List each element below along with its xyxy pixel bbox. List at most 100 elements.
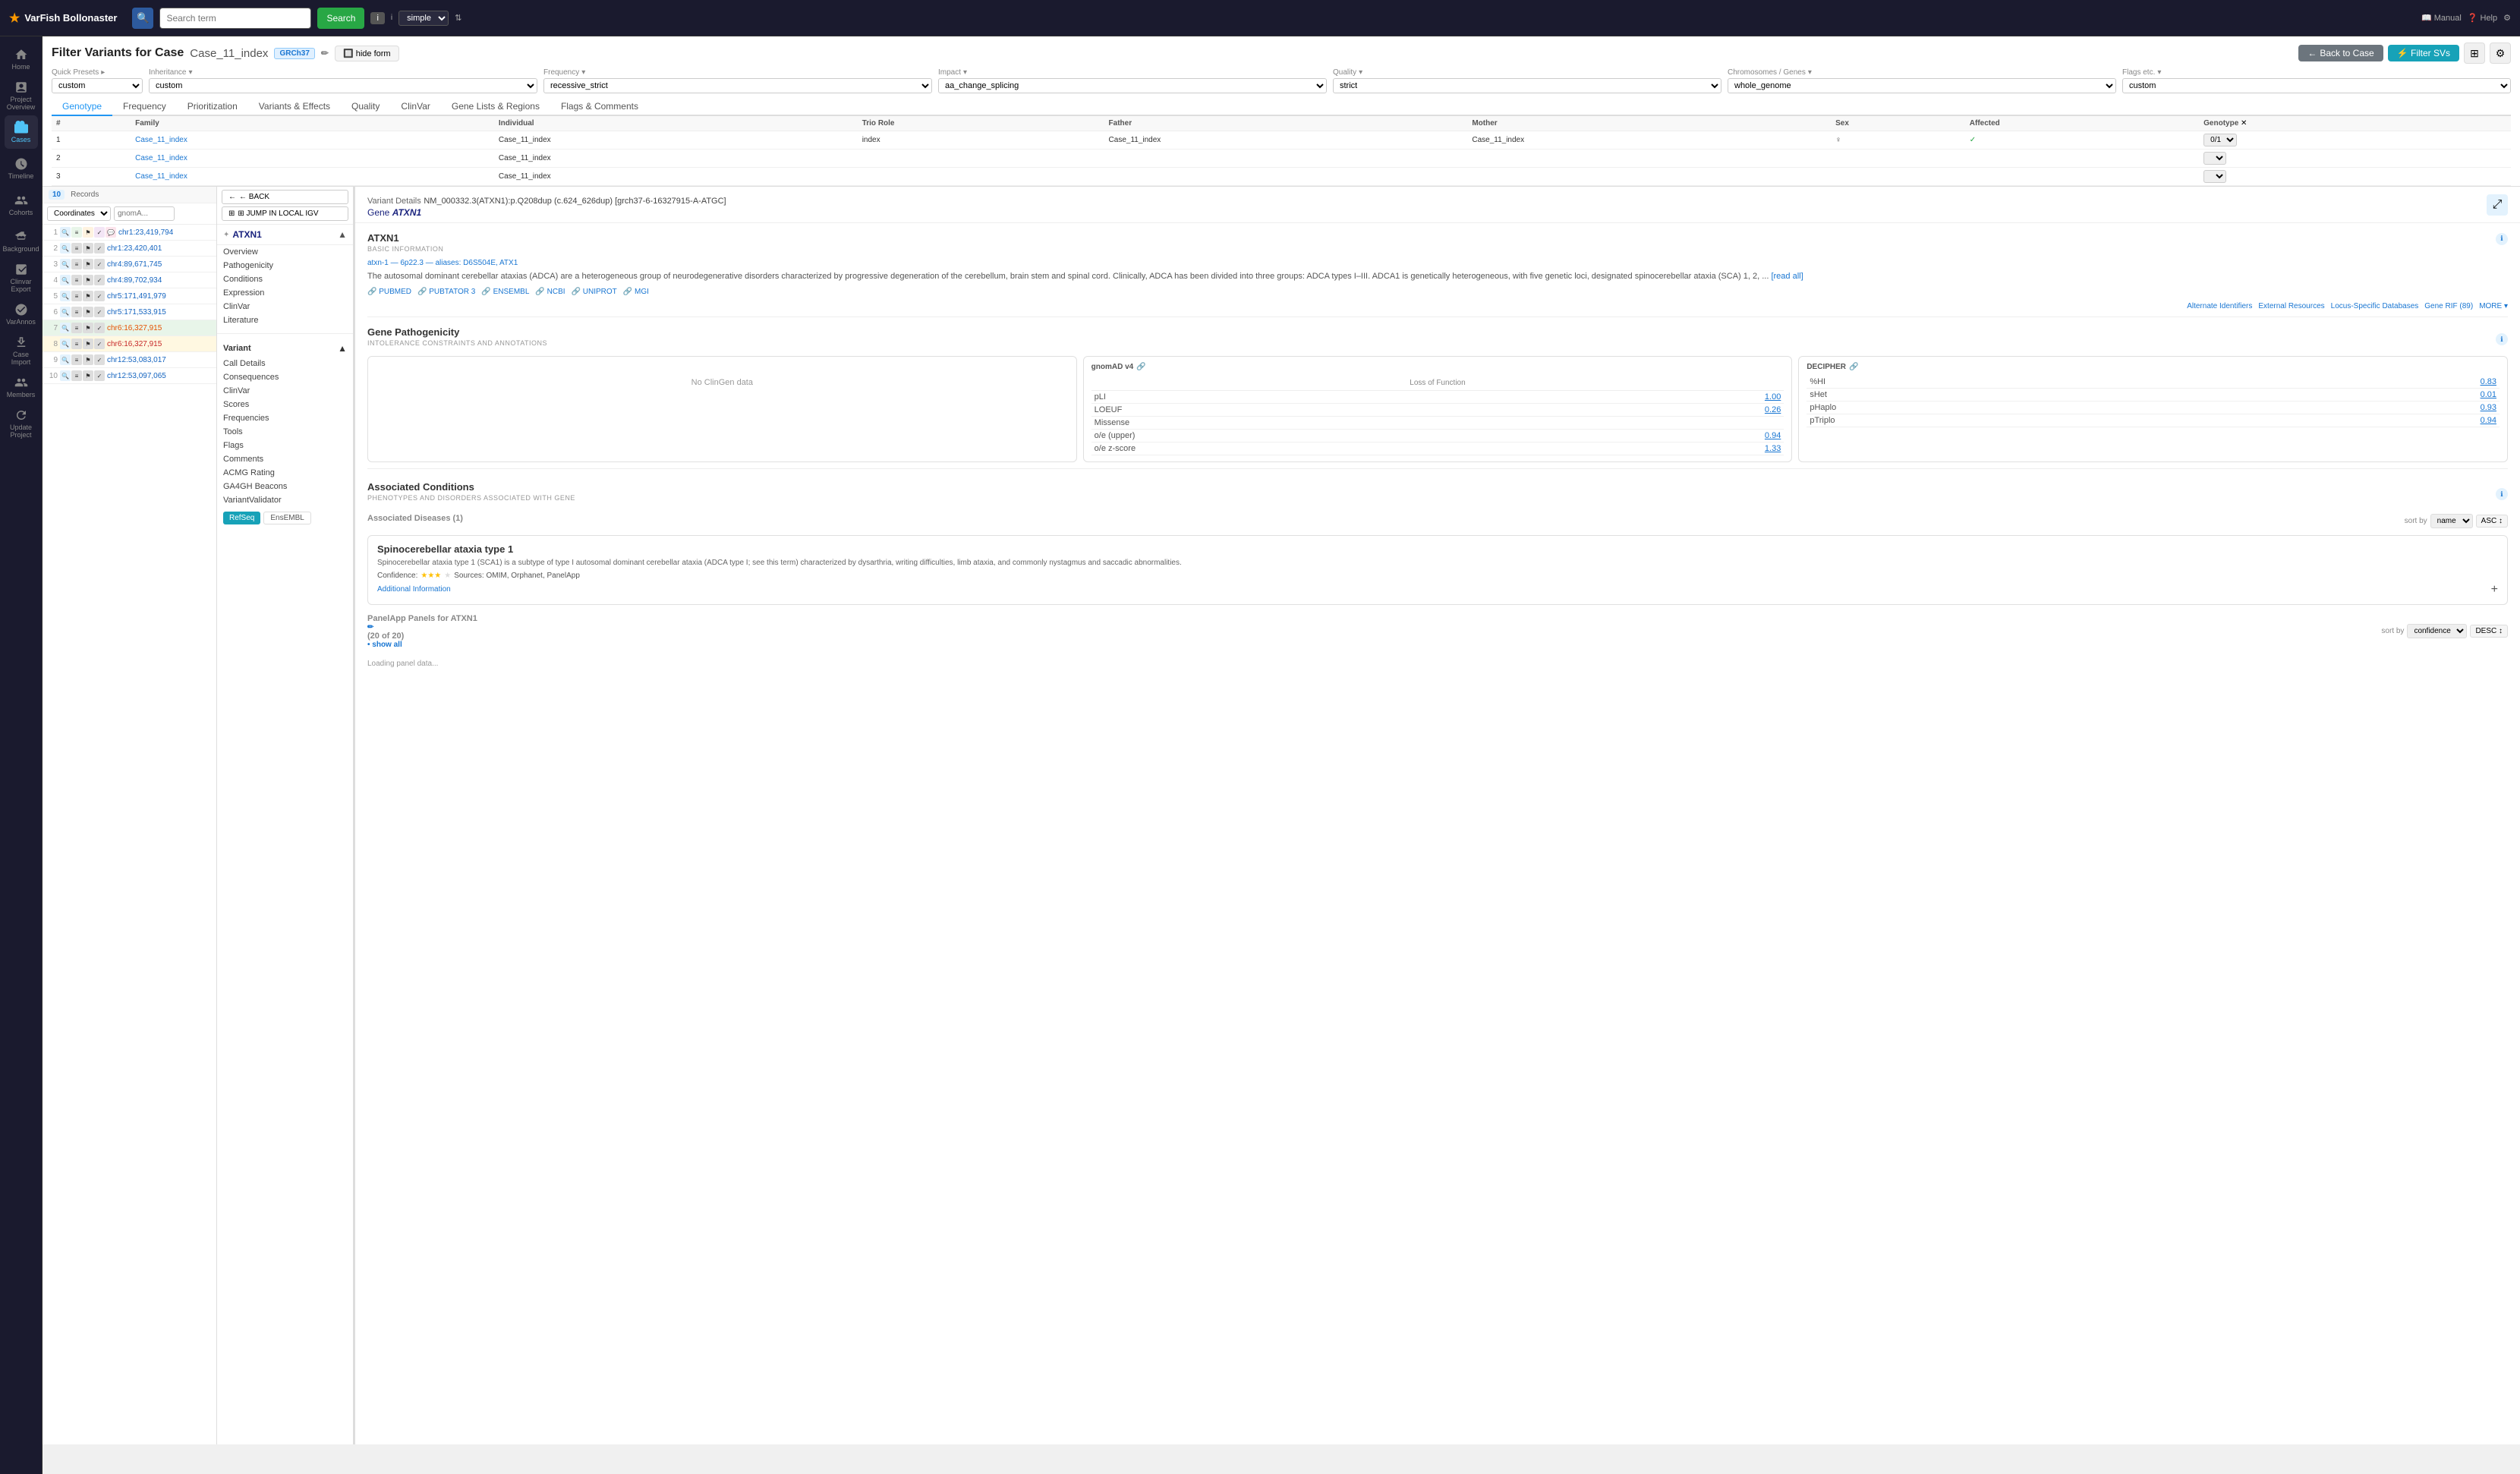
icon-check[interactable]: ✓: [94, 323, 105, 333]
alternate-identifiers-link[interactable]: Alternate Identifiers: [2187, 302, 2252, 310]
gene-menu-clinvar[interactable]: ClinVar: [217, 300, 353, 313]
icon-list[interactable]: ≡: [71, 243, 82, 254]
icon-list[interactable]: ≡: [71, 354, 82, 365]
quality-select[interactable]: strict: [1333, 78, 1721, 93]
back-button[interactable]: ← ← BACK: [222, 190, 348, 204]
panelapp-edit-link[interactable]: ✏: [367, 623, 477, 631]
search-input[interactable]: [159, 8, 311, 29]
list-item[interactable]: 6 🔍 ≡ ⚑ ✓ chr5:171,533,915: [43, 304, 216, 320]
jump-igv-button[interactable]: ⊞ ⊞ JUMP IN LOCAL IGV: [222, 206, 348, 221]
back-to-case-button[interactable]: ← Back to Case: [2298, 45, 2383, 61]
gene-menu-conditions[interactable]: Conditions: [217, 272, 353, 286]
icon-comment[interactable]: 💬: [106, 227, 116, 238]
external-resources-link[interactable]: External Resources: [2258, 302, 2324, 310]
sidebar-item-case-import[interactable]: Case Import: [5, 334, 38, 367]
frequency-select[interactable]: recessive_strict: [543, 78, 932, 93]
gene-menu-pathogenicity[interactable]: Pathogenicity: [217, 259, 353, 272]
link-ncbi[interactable]: 🔗 NCBI: [535, 288, 565, 296]
tab-gene-lists[interactable]: Gene Lists & Regions: [441, 98, 550, 116]
icon-flag[interactable]: ⚑: [83, 370, 93, 381]
hide-form-button[interactable]: 🔲 hide form: [335, 46, 399, 61]
link-ensembl[interactable]: 🔗 ENSEMBL: [481, 288, 529, 296]
icon-search[interactable]: 🔍: [60, 307, 71, 317]
inheritance-select[interactable]: custom: [149, 78, 537, 93]
gene-collapse-btn[interactable]: ▲: [338, 229, 347, 240]
manual-btn[interactable]: 📖 Manual: [2421, 13, 2462, 23]
sidebar-item-cohorts[interactable]: Cohorts: [5, 188, 38, 222]
read-all-link[interactable]: [read all]: [1771, 272, 1803, 281]
tab-clinvar[interactable]: ClinVar: [390, 98, 440, 116]
sidebar-item-home[interactable]: Home: [5, 43, 38, 76]
gnomad-link[interactable]: 🔗: [1136, 363, 1145, 371]
sidebar-item-update[interactable]: Update Project: [5, 407, 38, 440]
icon-check[interactable]: ✓: [94, 339, 105, 349]
gene-menu-frequencies[interactable]: Frequencies: [217, 411, 353, 425]
grid-icon-btn[interactable]: ⊞: [2464, 43, 2485, 64]
icon-search[interactable]: 🔍: [60, 275, 71, 285]
link-uniprot[interactable]: 🔗 UNIPROT: [572, 288, 617, 296]
sidebar-item-varannos[interactable]: VarAnnos: [5, 298, 38, 331]
icon-search[interactable]: 🔍: [60, 227, 71, 238]
icon-list[interactable]: ≡: [71, 323, 82, 333]
icon-flag[interactable]: ⚑: [83, 339, 93, 349]
gene-menu-variant-clinvar[interactable]: ClinVar: [217, 384, 353, 398]
sidebar-item-timeline[interactable]: Timeline: [5, 152, 38, 185]
detail-scrollable[interactable]: Variant Details NM_000332.3(ATXN1):p.Q20…: [355, 187, 2520, 1444]
icon-list[interactable]: ≡: [71, 339, 82, 349]
icon-flag[interactable]: ⚑: [83, 275, 93, 285]
list-item[interactable]: 8 🔍 ≡ ⚑ ✓ chr6:16,327,915: [43, 336, 216, 352]
icon-search[interactable]: 🔍: [60, 354, 71, 365]
refseq-button[interactable]: RefSeq: [223, 512, 260, 524]
icon-flag[interactable]: ⚑: [83, 243, 93, 254]
locus-databases-link[interactable]: Locus-Specific Databases: [2331, 302, 2419, 310]
more-link[interactable]: MORE ▾: [2479, 302, 2508, 310]
coords-search-input[interactable]: [114, 206, 175, 221]
list-item[interactable]: 4 🔍 ≡ ⚑ ✓ chr4:89,702,934: [43, 272, 216, 288]
gene-menu-acmg[interactable]: ACMG Rating: [217, 466, 353, 480]
gene-menu-literature[interactable]: Literature: [217, 313, 353, 327]
gene-menu-tools[interactable]: Tools: [217, 425, 353, 439]
disease-expand-btn[interactable]: +: [2491, 583, 2498, 597]
sort-name-select[interactable]: name: [2430, 514, 2473, 528]
cell-genotype[interactable]: 0/1: [2199, 131, 2511, 150]
panelapp-sort-select[interactable]: confidence: [2407, 624, 2467, 638]
list-item[interactable]: 3 🔍 ≡ ⚑ ✓ chr4:89,671,745: [43, 257, 216, 272]
list-item[interactable]: 9 🔍 ≡ ⚑ ✓ chr12:53,083,017: [43, 352, 216, 368]
quick-presets-select[interactable]: custom: [52, 78, 143, 93]
search-button[interactable]: Search: [317, 8, 364, 29]
icon-search[interactable]: 🔍: [60, 370, 71, 381]
sort-asc-button[interactable]: ASC ↕: [2476, 515, 2508, 528]
gene-menu-expression[interactable]: Expression: [217, 286, 353, 300]
icon-check[interactable]: ✓: [94, 259, 105, 269]
tab-genotype[interactable]: Genotype: [52, 98, 112, 116]
list-item[interactable]: 2 🔍 ≡ ⚑ ✓ chr1:23,420,401: [43, 241, 216, 257]
flags-select[interactable]: custom: [2122, 78, 2511, 93]
gene-menu-consequences[interactable]: Consequences: [217, 370, 353, 384]
sidebar-item-cases[interactable]: Cases: [5, 115, 38, 149]
gene-menu-comments[interactable]: Comments: [217, 452, 353, 466]
impact-select[interactable]: aa_change_splicing: [938, 78, 1327, 93]
help-btn[interactable]: ❓ Help: [2468, 13, 2497, 23]
icon-check[interactable]: ✓: [94, 307, 105, 317]
tab-quality[interactable]: Quality: [341, 98, 390, 116]
info-icon-assoc[interactable]: ℹ: [2496, 488, 2508, 500]
clear-genotype-btn[interactable]: ✕: [2241, 119, 2247, 128]
icon-search[interactable]: 🔍: [60, 291, 71, 301]
list-item[interactable]: 5 🔍 ≡ ⚑ ✓ chr5:171,491,979: [43, 288, 216, 304]
link-mgi[interactable]: 🔗 MGI: [623, 288, 649, 296]
icon-flag[interactable]: ⚑: [83, 259, 93, 269]
show-all-link[interactable]: • show all: [367, 641, 477, 649]
additional-info-link[interactable]: Additional Information: [377, 585, 451, 594]
cell-genotype[interactable]: [2199, 168, 2511, 186]
icon-search[interactable]: 🔍: [60, 323, 71, 333]
icon-check[interactable]: ✓: [94, 227, 105, 238]
info-icon-path[interactable]: ℹ: [2496, 333, 2508, 345]
cell-genotype[interactable]: [2199, 150, 2511, 168]
tab-frequency[interactable]: Frequency: [112, 98, 177, 116]
icon-search[interactable]: 🔍: [60, 243, 71, 254]
sidebar-item-project[interactable]: Project Overview: [5, 79, 38, 112]
icon-list[interactable]: ≡: [71, 259, 82, 269]
search-icon-btn[interactable]: 🔍: [132, 8, 153, 29]
gene-link[interactable]: atxn-1 — 6p22.3 — aliases: D6S504E, ATX1: [367, 259, 518, 267]
sidebar-item-members[interactable]: Members: [5, 370, 38, 404]
